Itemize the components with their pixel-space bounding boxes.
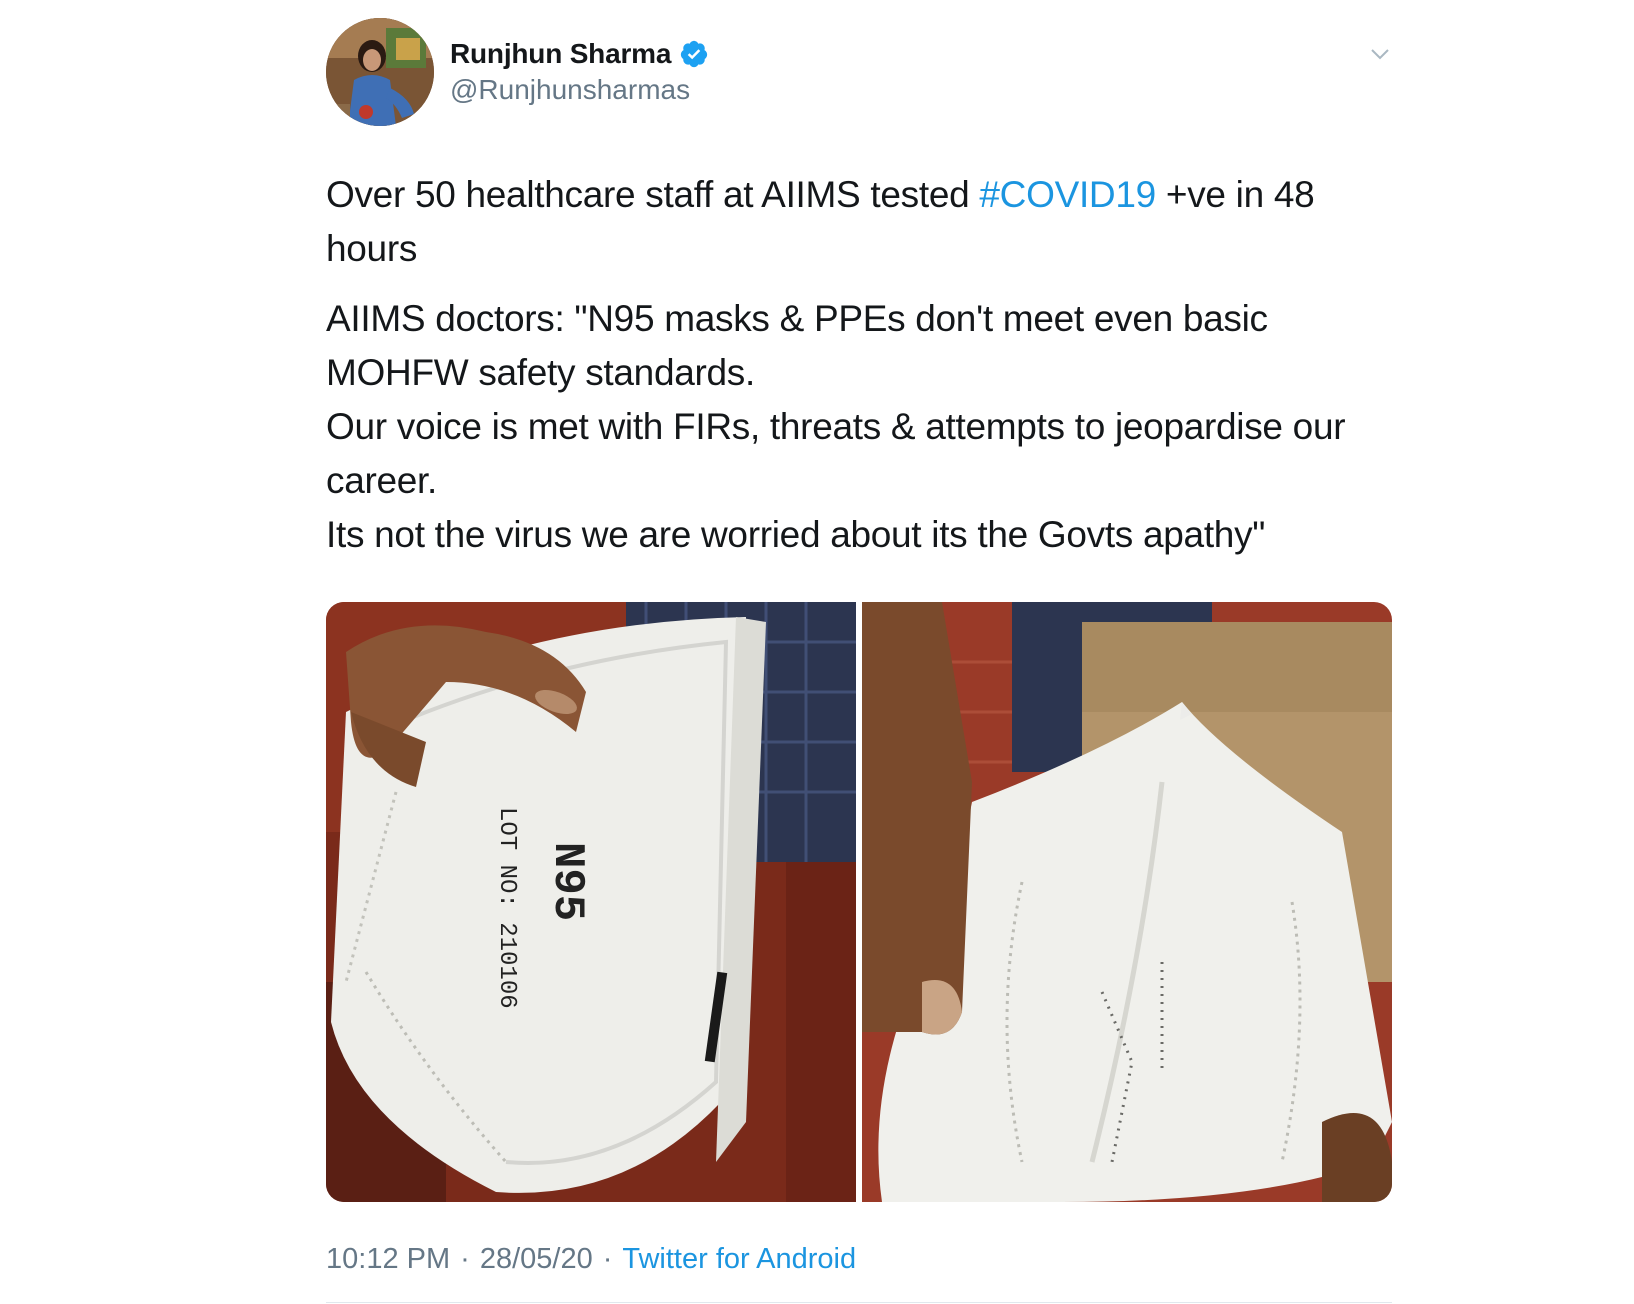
tweet-text-segment: Over 50 healthcare staff at AIIMS tested <box>326 174 980 215</box>
profile-photo <box>326 18 434 126</box>
avatar[interactable] <box>326 18 434 126</box>
hashtag-link[interactable]: #COVID19 <box>979 174 1156 215</box>
tweet-source-link[interactable]: Twitter for Android <box>622 1243 856 1276</box>
tweet: Runjhun Sharma @Runjhunsharmas Over 50 h… <box>326 0 1392 1304</box>
meta-separator: · <box>460 1243 470 1275</box>
author-info[interactable]: Runjhun Sharma @Runjhunsharmas <box>450 36 709 106</box>
name-row: Runjhun Sharma <box>450 36 709 72</box>
tweet-paragraph-2-line-2: Our voice is met with FIRs, threats & at… <box>326 406 1346 501</box>
tweet-text: Over 50 healthcare staff at AIIMS tested… <box>326 168 1392 562</box>
tweet-paragraph-2-line-3: Its not the virus we are worried about i… <box>326 514 1266 555</box>
mask-lot-print: LOT NO: 210106 <box>493 807 520 1009</box>
verified-badge-icon <box>679 39 709 69</box>
media-photo-2[interactable] <box>862 602 1392 1202</box>
tweet-paragraph-1: Over 50 healthcare staff at AIIMS tested… <box>326 168 1392 276</box>
media-grid: N95 LOT NO: 210106 <box>326 602 1392 1202</box>
n95-mask-photo-2 <box>862 602 1392 1202</box>
chevron-down-icon[interactable] <box>1368 42 1392 66</box>
meta-separator: · <box>602 1243 613 1275</box>
tweet-date[interactable]: 28/05/20 <box>480 1243 593 1276</box>
mask-n95-print: N95 <box>542 842 592 921</box>
n95-mask-photo-1: N95 LOT NO: 210106 <box>326 602 856 1202</box>
tweet-time[interactable]: 10:12 PM <box>326 1243 450 1276</box>
media-photo-1[interactable]: N95 LOT NO: 210106 <box>326 602 856 1202</box>
handle[interactable]: @Runjhunsharmas <box>450 74 709 106</box>
divider <box>326 1302 1392 1303</box>
tweet-meta: 10:12 PM · 28/05/20 · Twitter for Androi… <box>326 1243 856 1276</box>
display-name[interactable]: Runjhun Sharma <box>450 38 671 70</box>
tweet-paragraph-2-line-1: AIIMS doctors: "N95 masks & PPEs don't m… <box>326 298 1268 393</box>
